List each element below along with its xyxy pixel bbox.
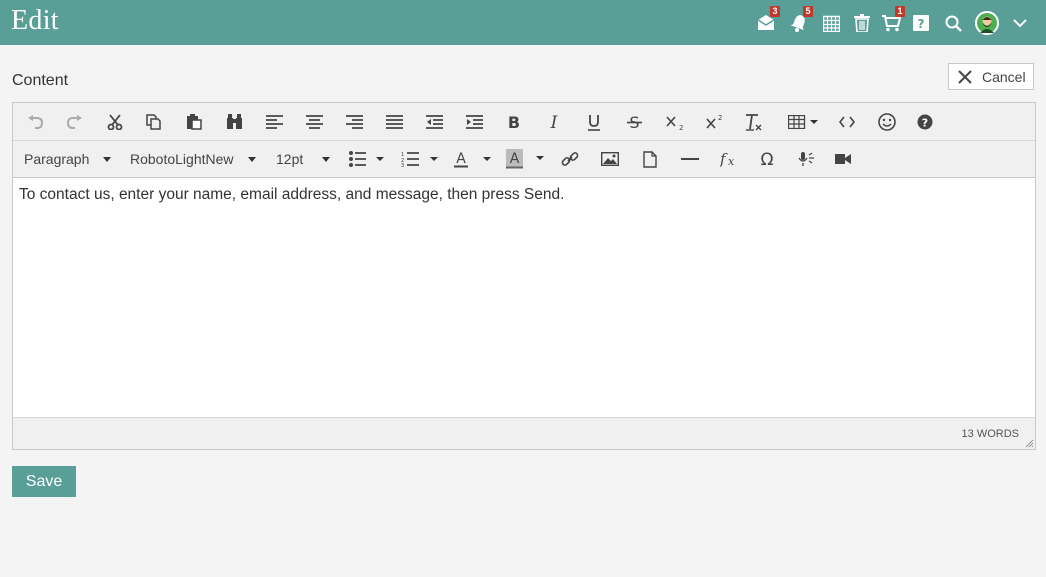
block-format-value: Paragraph xyxy=(24,151,90,167)
calendar-icon[interactable] xyxy=(820,12,842,34)
redo-icon[interactable] xyxy=(63,110,87,134)
editor-help-icon[interactable]: ? xyxy=(913,110,937,134)
chevron-down-icon xyxy=(247,156,256,162)
indent-icon[interactable] xyxy=(462,110,486,134)
formula-icon[interactable]: fx xyxy=(717,147,741,171)
chevron-down-icon[interactable] xyxy=(1012,16,1028,30)
cancel-label: Cancel xyxy=(982,68,1026,85)
bullet-list-icon[interactable] xyxy=(348,147,388,171)
justify-icon[interactable] xyxy=(382,110,406,134)
svg-text:?: ? xyxy=(922,117,928,130)
trash-icon[interactable] xyxy=(851,12,873,34)
block-format-dropdown[interactable]: Paragraph xyxy=(24,147,112,171)
svg-text:A: A xyxy=(510,151,520,167)
chevron-down-icon xyxy=(322,156,331,162)
bell-badge: 5 xyxy=(803,6,813,17)
avatar[interactable] xyxy=(975,11,999,35)
content-label: Content xyxy=(12,72,69,89)
strikethrough-icon[interactable]: S xyxy=(622,110,646,134)
svg-text:I: I xyxy=(550,114,558,130)
italic-icon[interactable]: I xyxy=(542,110,566,134)
top-bar: Edit 3 5 1 ? xyxy=(0,0,1046,45)
word-count: 13 WORDS xyxy=(961,428,1019,440)
background-color-icon[interactable]: A xyxy=(506,147,546,171)
undo-icon[interactable] xyxy=(23,110,47,134)
cart-badge: 1 xyxy=(895,6,905,17)
video-icon[interactable] xyxy=(831,147,855,171)
align-left-icon[interactable] xyxy=(262,110,286,134)
svg-text:B: B xyxy=(508,114,520,130)
bell-icon[interactable]: 5 xyxy=(788,6,813,34)
table-icon[interactable] xyxy=(785,110,821,134)
source-code-icon[interactable] xyxy=(835,110,859,134)
font-family-dropdown[interactable]: RobotoLightNew xyxy=(130,147,256,171)
editor-toolbar-row-2: Paragraph RobotoLightNew 12pt 123 A A fx… xyxy=(13,141,1035,178)
cancel-button[interactable]: Cancel xyxy=(948,63,1034,90)
subscript-icon[interactable]: 2 xyxy=(662,110,686,134)
search-icon[interactable] xyxy=(942,12,964,34)
svg-text:x: x xyxy=(728,155,735,168)
bold-icon[interactable]: B xyxy=(502,110,526,134)
underline-icon[interactable] xyxy=(582,110,606,134)
paste-icon[interactable] xyxy=(182,110,206,134)
font-size-dropdown[interactable]: 12pt xyxy=(276,147,331,171)
resize-handle-icon[interactable] xyxy=(1024,438,1034,448)
rich-text-editor: B I S 2 2 ? Paragraph RobotoLightNew 12p… xyxy=(12,102,1036,450)
editor-body-text: To contact us, enter your name, email ad… xyxy=(19,186,565,203)
document-icon[interactable] xyxy=(638,147,662,171)
svg-text:3: 3 xyxy=(401,163,404,167)
close-icon xyxy=(958,69,972,84)
svg-text:2: 2 xyxy=(718,114,722,122)
clear-formatting-icon[interactable] xyxy=(742,110,766,134)
align-center-icon[interactable] xyxy=(302,110,326,134)
svg-text:A: A xyxy=(456,151,466,167)
special-character-icon[interactable]: Ω xyxy=(755,147,779,171)
image-icon[interactable] xyxy=(598,147,622,171)
text-color-icon[interactable]: A xyxy=(453,147,493,171)
numbered-list-icon[interactable]: 123 xyxy=(401,147,441,171)
chevron-down-icon xyxy=(103,156,112,162)
save-button[interactable]: Save xyxy=(12,466,76,497)
font-family-value: RobotoLightNew xyxy=(130,151,234,167)
outdent-icon[interactable] xyxy=(422,110,446,134)
editor-content-area[interactable]: To contact us, enter your name, email ad… xyxy=(13,178,1035,417)
copy-icon[interactable] xyxy=(142,110,166,134)
align-right-icon[interactable] xyxy=(342,110,366,134)
superscript-icon[interactable]: 2 xyxy=(702,110,726,134)
mail-icon[interactable]: 3 xyxy=(755,6,780,34)
editor-status-bar: 13 WORDS xyxy=(13,417,1035,449)
find-icon[interactable] xyxy=(222,110,246,134)
font-size-value: 12pt xyxy=(276,151,304,167)
speech-icon[interactable] xyxy=(794,147,818,171)
mail-badge: 3 xyxy=(770,6,780,17)
horizontal-rule-icon[interactable] xyxy=(678,147,702,171)
cut-icon[interactable] xyxy=(103,110,127,134)
svg-text:Ω: Ω xyxy=(761,150,774,168)
svg-text:?: ? xyxy=(918,17,925,31)
link-icon[interactable] xyxy=(558,147,582,171)
editor-toolbar-row-1: B I S 2 2 ? xyxy=(13,103,1035,141)
svg-text:2: 2 xyxy=(679,124,683,130)
cart-icon[interactable]: 1 xyxy=(880,6,905,34)
page-title: Edit xyxy=(11,5,59,36)
svg-text:f: f xyxy=(720,150,728,168)
emoticon-icon[interactable] xyxy=(875,110,899,134)
help-icon[interactable]: ? xyxy=(910,12,932,34)
